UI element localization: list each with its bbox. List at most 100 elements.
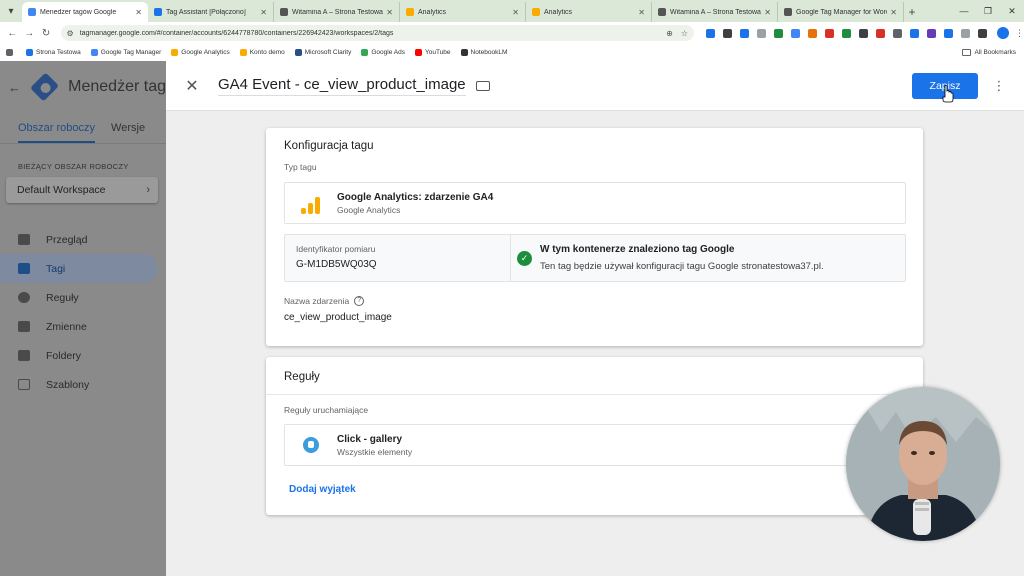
close-tab-icon[interactable]: ✕ xyxy=(890,8,897,17)
close-tab-icon[interactable]: ✕ xyxy=(764,8,771,17)
zoom-icon[interactable]: ⊕ xyxy=(666,29,673,38)
side-panel-icon[interactable] xyxy=(977,28,987,38)
bookmark-item[interactable]: YouTube xyxy=(414,49,451,56)
trigger-item[interactable]: Click - gallery Wszystkie elementy xyxy=(284,424,906,466)
all-bookmarks-label: All Bookmarks xyxy=(974,49,1016,56)
overview-icon xyxy=(18,234,30,245)
bookmark-favicon-icon xyxy=(239,49,247,56)
click-trigger-icon xyxy=(303,437,319,453)
sidebar-item-tags[interactable]: Tagi xyxy=(0,254,158,283)
tab-title: Tag Assistant [Połączono] xyxy=(166,8,246,16)
sidebar-item-templates[interactable]: Szablony xyxy=(0,370,166,399)
bookmark-item[interactable]: Google Analytics xyxy=(171,49,230,56)
extension-icon[interactable] xyxy=(875,28,885,38)
save-button[interactable]: Zapisz xyxy=(912,72,978,102)
tab-title: Google Tag Manager for Word xyxy=(796,8,888,16)
new-tab-icon[interactable]: + xyxy=(904,2,920,22)
check-circle-icon: ✓ xyxy=(517,251,532,266)
measurement-id-field[interactable]: Identyfikator pomiaru G-M1DB5WQ03Q xyxy=(285,235,511,281)
tag-type-name: Google Analytics: zdarzenie GA4 xyxy=(337,191,494,203)
bookmark-item[interactable]: Konto demo xyxy=(239,49,285,56)
site-info-icon[interactable]: ⚙ xyxy=(67,29,74,38)
close-icon[interactable]: ✕ xyxy=(166,76,218,96)
sidebar-item-overview[interactable]: Przegląd xyxy=(0,225,166,254)
bookmark-label: Konto demo xyxy=(249,49,285,56)
url-text: tagmanager.google.com/#/container/accoun… xyxy=(79,29,394,37)
extensions-puzzle-icon[interactable] xyxy=(960,28,970,38)
reload-icon[interactable]: ↻ xyxy=(38,28,55,39)
sidebar-item-variables[interactable]: Zmienne xyxy=(0,312,166,341)
all-bookmarks-button[interactable]: All Bookmarks xyxy=(962,49,1016,56)
browser-tab[interactable]: Analytics ✕ xyxy=(400,2,526,22)
extension-icon[interactable] xyxy=(841,28,851,38)
tab-favicon-icon xyxy=(532,8,540,16)
close-tab-icon[interactable]: ✕ xyxy=(512,8,519,17)
triggering-card[interactable]: Reguły Reguły uruchamiające Click - gall… xyxy=(266,357,923,515)
address-bar[interactable]: ⚙ tagmanager.google.com/#/container/acco… xyxy=(60,25,694,41)
extension-icon[interactable] xyxy=(824,28,834,38)
tab-title: Analytics xyxy=(418,8,447,16)
gtm-logo-icon xyxy=(30,72,60,102)
sidebar-item-folders[interactable]: Foldery xyxy=(0,341,166,370)
bookmark-label: NotebookLM xyxy=(470,49,508,56)
measurement-id-box[interactable]: Identyfikator pomiaru G-M1DB5WQ03Q ✓ W t… xyxy=(284,234,906,282)
bookmark-item[interactable]: Google Tag Manager xyxy=(90,49,161,56)
extension-icon[interactable] xyxy=(807,28,817,38)
close-tab-icon[interactable]: ✕ xyxy=(135,8,142,17)
close-tab-icon[interactable]: ✕ xyxy=(386,8,393,17)
browser-tab[interactable]: Tag Assistant [Połączono] ✕ xyxy=(148,2,274,22)
bookmark-label: Google Ads xyxy=(371,49,405,56)
tag-type-box[interactable]: Google Analytics: zdarzenie GA4 Google A… xyxy=(284,182,906,224)
close-tab-icon[interactable]: ✕ xyxy=(638,8,645,17)
more-options-icon[interactable]: ⋮ xyxy=(992,78,1006,94)
extension-icon[interactable] xyxy=(705,28,715,38)
tab-favicon-icon xyxy=(280,8,288,16)
bookmark-item[interactable]: Google Ads xyxy=(361,49,405,56)
bookmark-item[interactable]: Microsoft Clarity xyxy=(294,49,351,56)
trigger-name: Click - gallery xyxy=(337,433,403,445)
forward-icon[interactable]: → xyxy=(21,28,38,39)
browser-tab[interactable]: Witamina A – Strona Testowa ✕ xyxy=(652,2,778,22)
tab-versions[interactable]: Wersje xyxy=(111,122,145,134)
browser-tab[interactable]: Menedżer tagów Google ✕ xyxy=(22,2,148,22)
workspace-selector[interactable]: Default Workspace › xyxy=(6,177,158,203)
bookmark-favicon-icon xyxy=(294,49,302,56)
tab-workspace[interactable]: Obszar roboczy xyxy=(18,113,96,143)
bookmark-label: Google Analytics xyxy=(181,49,230,56)
extension-icon[interactable] xyxy=(773,28,783,38)
browser-tab[interactable]: Google Tag Manager for Word ✕ xyxy=(778,2,904,22)
extension-icon[interactable] xyxy=(756,28,766,38)
close-window-icon[interactable]: ✕ xyxy=(1000,6,1024,17)
back-icon[interactable]: ← xyxy=(4,28,21,39)
minimize-icon[interactable]: — xyxy=(952,6,976,16)
bookmark-favicon-icon xyxy=(460,49,468,56)
bookmark-star-icon[interactable]: ☆ xyxy=(681,29,688,38)
extension-icon[interactable] xyxy=(909,28,919,38)
extension-icon[interactable] xyxy=(926,28,936,38)
browser-tab[interactable]: Witamina A – Strona Testowa ✕ xyxy=(274,2,400,22)
tag-name-input[interactable]: GA4 Event - ce_view_product_image xyxy=(218,76,466,96)
apps-grid-icon[interactable] xyxy=(6,49,16,56)
extension-icon[interactable] xyxy=(892,28,902,38)
close-tab-icon[interactable]: ✕ xyxy=(260,8,267,17)
sidebar-item-triggers[interactable]: Reguły xyxy=(0,283,166,312)
folder-icon[interactable] xyxy=(475,80,490,91)
workspace-tabs: Obszar roboczy Wersje xyxy=(0,113,166,143)
browser-tab[interactable]: Analytics ✕ xyxy=(526,2,652,22)
event-name-value[interactable]: ce_view_product_image xyxy=(266,306,923,323)
browser-menu-icon[interactable]: ⋮ xyxy=(1015,28,1024,39)
help-icon[interactable]: ? xyxy=(354,296,365,306)
extension-icon[interactable] xyxy=(943,28,953,38)
bookmark-item[interactable]: Strona Testowa xyxy=(26,49,81,56)
back-arrow-icon[interactable]: ← xyxy=(8,80,21,95)
extension-icon[interactable] xyxy=(790,28,800,38)
add-exception-link[interactable]: Dodaj wyjątek xyxy=(266,466,923,495)
extension-icon[interactable] xyxy=(858,28,868,38)
tag-configuration-card[interactable]: Konfiguracja tagu Typ tagu Google Analyt… xyxy=(266,128,923,346)
extension-icon[interactable] xyxy=(739,28,749,38)
profile-avatar[interactable] xyxy=(996,27,1009,39)
bookmark-item[interactable]: NotebookLM xyxy=(460,49,508,56)
maximize-icon[interactable]: ❐ xyxy=(976,6,1000,17)
tab-search-icon[interactable]: ▾ xyxy=(0,0,22,22)
extension-icon[interactable] xyxy=(722,28,732,38)
